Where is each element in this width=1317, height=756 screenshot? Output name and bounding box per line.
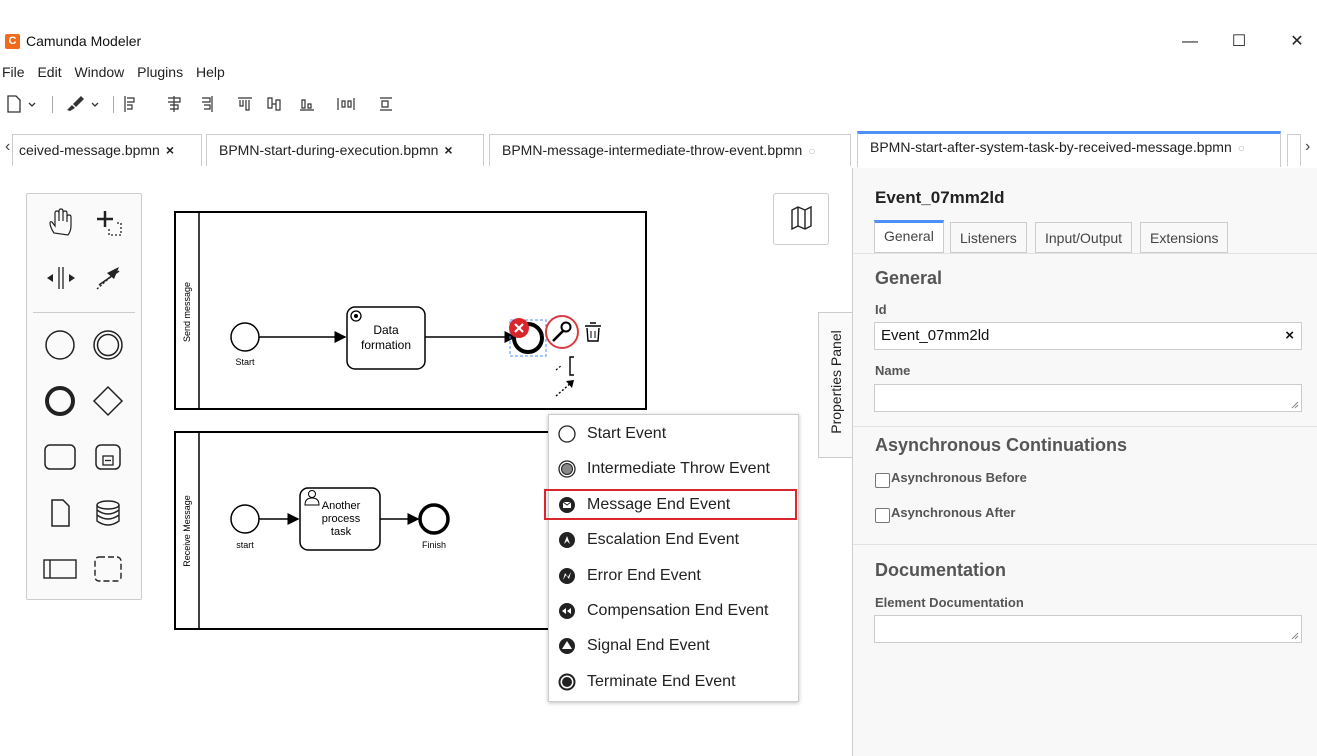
hand-tool-icon[interactable]	[40, 202, 80, 242]
start-event-icon	[558, 425, 576, 443]
menu-item-label: Escalation End Event	[587, 531, 740, 548]
data-object-tool-icon[interactable]	[40, 493, 80, 533]
tab-label: BPMN-start-after-system-task-by-received…	[870, 139, 1232, 155]
intermediate-event-tool-icon[interactable]	[88, 325, 128, 365]
pool-tool-icon[interactable]	[40, 549, 80, 589]
tab-unsaved-icon[interactable]: ○	[1238, 141, 1245, 155]
resize-grip-icon[interactable]	[1291, 401, 1299, 409]
paint-brush-icon[interactable]	[64, 93, 104, 115]
new-file-icon[interactable]	[4, 93, 40, 115]
tab-bar: ‹ ceived-message.bpmn × BPMN-start-during…	[0, 130, 1317, 169]
data-store-tool-icon[interactable]	[88, 493, 128, 533]
space-tool-icon[interactable]	[40, 258, 80, 298]
name-input[interactable]	[874, 384, 1302, 412]
menu-item-label: Intermediate Throw Event	[587, 460, 770, 477]
tab-scroll-right-icon[interactable]: ›	[1305, 138, 1310, 156]
end-event-tool-icon[interactable]	[40, 381, 80, 421]
menu-item-label: Terminate End Event	[587, 673, 736, 690]
align-distribute-icons[interactable]	[122, 93, 432, 115]
tab-scroll-left-icon[interactable]: ‹	[5, 138, 10, 156]
close-window-button[interactable]: ✕	[1287, 32, 1307, 52]
tab-label: BPMN-start-during-execution.bpmn	[219, 142, 439, 158]
tab-unsaved-icon[interactable]: ○	[808, 144, 815, 158]
intermediate-throw-event-icon	[558, 460, 576, 478]
task-tool-icon[interactable]	[40, 437, 80, 477]
properties-panel: Event_07mm2ld General Listeners Input/Ou…	[852, 168, 1317, 756]
tab-close-icon[interactable]: ×	[166, 142, 174, 158]
menu-item-compensation-end-event[interactable]: Compensation End Event	[549, 594, 798, 628]
id-label: Id	[875, 302, 887, 317]
async-before-label: Asynchronous Before	[891, 470, 1027, 485]
menu-edit[interactable]: Edit	[37, 64, 61, 80]
menu-file[interactable]: File	[2, 64, 25, 80]
lasso-tool-icon[interactable]	[88, 202, 128, 242]
compensation-end-event-icon	[559, 603, 575, 619]
async-before-checkbox[interactable]	[875, 473, 890, 488]
highlight-annotation-box	[544, 489, 797, 520]
menu-item-label: Start Event	[587, 425, 667, 442]
terminate-end-event-icon	[558, 673, 576, 691]
section-heading-general: General	[875, 268, 943, 288]
map-icon	[791, 205, 812, 231]
escalation-end-event-icon	[559, 532, 575, 548]
toolbar	[4, 93, 464, 115]
group-tool-icon[interactable]	[88, 549, 128, 589]
menu-item-error-end-event[interactable]: Error End Event	[549, 559, 798, 593]
signal-end-event-icon	[559, 638, 575, 654]
window-title: Camunda Modeler	[26, 33, 142, 49]
async-after-checkbox[interactable]	[875, 508, 890, 523]
tab-start-during-execution[interactable]: BPMN-start-during-execution.bpmn ×	[206, 134, 484, 166]
menu-item-escalation-end-event[interactable]: Escalation End Event	[549, 523, 798, 557]
tab-label: BPMN-message-intermediate-throw-event.bp…	[502, 142, 803, 158]
menu-item-label: Compensation End Event	[587, 602, 769, 619]
menu-item-label: Signal End Event	[587, 637, 710, 654]
element-id-title: Event_07mm2ld	[875, 188, 1005, 207]
menu-item-start-event[interactable]: Start Event	[549, 417, 798, 451]
properties-panel-toggle-label: Properties Panel	[828, 330, 844, 434]
menu-item-label: Error End Event	[587, 567, 701, 584]
menu-item-signal-end-event[interactable]: Signal End Event	[549, 629, 798, 663]
id-input-value: Event_07mm2ld	[881, 327, 990, 344]
tab-message-intermediate-throw-event[interactable]: BPMN-message-intermediate-throw-event.bp…	[489, 134, 851, 166]
minimize-button[interactable]: —	[1180, 32, 1200, 52]
tab-received-message[interactable]: ceived-message.bpmn ×	[12, 134, 202, 166]
tab-next-partial[interactable]	[1287, 134, 1301, 166]
element-documentation-label: Element Documentation	[875, 595, 1024, 610]
element-documentation-input[interactable]	[874, 615, 1302, 643]
clear-id-icon[interactable]: ×	[1285, 323, 1294, 349]
id-input[interactable]: Event_07mm2ld ×	[874, 322, 1302, 350]
name-label: Name	[875, 363, 911, 378]
minimap-toggle-button[interactable]	[773, 193, 829, 245]
section-heading-documentation: Documentation	[875, 560, 1007, 580]
menu-plugins[interactable]: Plugins	[137, 64, 183, 80]
maximize-button[interactable]: ☐	[1229, 32, 1249, 52]
tab-extensions[interactable]: Extensions	[1140, 222, 1229, 253]
tab-input-output[interactable]: Input/Output	[1035, 222, 1133, 253]
tool-palette	[26, 193, 142, 600]
tab-close-icon[interactable]: ×	[444, 142, 452, 158]
menu-item-terminate-end-event[interactable]: Terminate End Event	[549, 665, 798, 699]
start-event-tool-icon[interactable]	[40, 325, 80, 365]
section-heading-async: Asynchronous Continuations	[875, 435, 1127, 455]
gateway-tool-icon[interactable]	[88, 381, 128, 421]
resize-grip-icon[interactable]	[1291, 632, 1299, 640]
replace-menu: Start Event Intermediate Throw Event Mes…	[548, 414, 799, 702]
tab-general[interactable]: General	[874, 220, 944, 253]
tab-label: ceived-message.bpmn	[19, 142, 160, 158]
subprocess-tool-icon[interactable]	[88, 437, 128, 477]
menu-item-intermediate-throw-event[interactable]: Intermediate Throw Event	[549, 452, 798, 486]
app-logo-icon: C	[5, 34, 20, 49]
title-bar: C Camunda Modeler — ☐ ✕	[0, 0, 1317, 60]
tab-listeners[interactable]: Listeners	[950, 222, 1027, 253]
menu-window[interactable]: Window	[74, 64, 124, 80]
menu-bar: File Edit Window Plugins Help	[0, 64, 234, 84]
global-connect-tool-icon[interactable]	[88, 258, 128, 298]
tab-start-after-system-task[interactable]: BPMN-start-after-system-task-by-received…	[857, 131, 1281, 167]
properties-panel-toggle[interactable]: Properties Panel	[818, 312, 853, 458]
async-after-label: Asynchronous After	[891, 505, 1016, 520]
menu-help[interactable]: Help	[196, 64, 225, 80]
error-end-event-icon	[559, 568, 575, 584]
